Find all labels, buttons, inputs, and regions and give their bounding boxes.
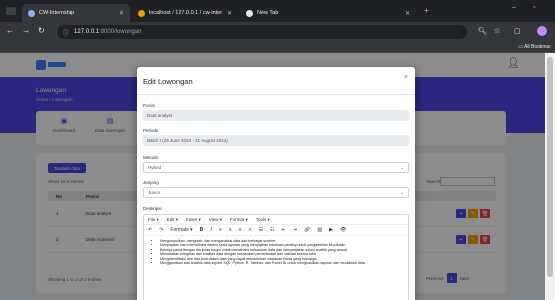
back-icon[interactable]: ←	[6, 26, 14, 35]
periode-label: Periode	[143, 128, 159, 133]
close-tab-icon[interactable]: ✕	[227, 10, 232, 17]
jenjang-label: Jenjang	[143, 180, 159, 185]
editor-menu-tools[interactable]: Tools ▾	[256, 217, 270, 223]
bold-icon[interactable]: B	[200, 227, 204, 233]
editor-menubar: File ▾ Edit ▾ Insert ▾ View ▾ Format ▾ T…	[144, 215, 408, 225]
forward-icon[interactable]: →	[22, 26, 30, 35]
chevron-down-icon: ⌄	[400, 165, 404, 170]
chrome-icon	[246, 9, 253, 17]
editor-menu-edit[interactable]: Edit ▾	[167, 217, 178, 223]
minimize-icon[interactable]: –	[512, 4, 516, 11]
bullet-list-icon[interactable]: ☰	[259, 227, 263, 233]
site-info-icon[interactable]: ⓘ	[63, 28, 69, 37]
deskripsi-label: Deskripsi	[143, 206, 162, 211]
browser-tabbar: CW-Internship ✕ localhost / 127.0.0.1 / …	[0, 0, 555, 22]
modal-title: Edit Lowongan	[143, 77, 193, 86]
tab-phpmyadmin[interactable]: localhost / 127.0.0.1 / cw-inter… ✕	[132, 4, 238, 22]
media-icon[interactable]: ▶	[329, 227, 333, 233]
profile-avatar[interactable]	[537, 26, 547, 36]
editor-menu-format[interactable]: Format ▾	[230, 217, 248, 223]
align-right-icon[interactable]: ≡	[239, 227, 242, 233]
editor-menu-view[interactable]: View ▾	[209, 217, 222, 223]
extensions-icon[interactable]: ▢	[514, 27, 521, 35]
tab-search-button[interactable]	[6, 7, 16, 15]
posisi-field[interactable]: Data analyst	[143, 110, 409, 121]
align-center-icon[interactable]: ≡	[229, 227, 232, 233]
close-icon[interactable]: ×	[404, 74, 408, 81]
browser-toolbar: ← → ↻ ⓘ 127.0.0.1 :8000/lowongan 🔍︎ ☆ ▢	[0, 22, 555, 42]
tab-new-tab[interactable]: New Tab ✕	[240, 4, 416, 22]
jenjang-select[interactable]: Junior ⌄	[143, 187, 409, 198]
editor-content[interactable]: Mengumpulkan, mengolah, dan menganalisis…	[144, 236, 408, 265]
metode-select[interactable]: Hybrid ⌄	[143, 162, 409, 173]
close-tab-icon[interactable]: ✕	[119, 10, 124, 17]
editor-toolbar: ↶ ↷ Formats ▾ B I ≡ ≡ ≡ ≡ ☰ ☷ ⇤ ⇥ 🔗︎ ▨ ▶…	[144, 225, 408, 236]
bookmarks-bar: ▭ All Bookmar	[0, 42, 555, 53]
preview-icon[interactable]: 👁︎	[340, 227, 346, 233]
metode-label: Metode	[143, 155, 159, 160]
edit-lowongan-modal: Edit Lowongan × Posisi Data analyst Peri…	[137, 67, 415, 300]
tab-cw-internship[interactable]: CW-Internship ✕	[22, 4, 130, 22]
align-justify-icon[interactable]: ≡	[249, 227, 252, 233]
outdent-icon[interactable]: ⇤	[282, 227, 286, 233]
list-item: Menggunakan alat analisis data seperti S…	[160, 261, 402, 265]
posisi-label: Posisi	[143, 103, 156, 108]
italic-icon[interactable]: I	[210, 228, 212, 233]
page-scrollbar[interactable]	[545, 53, 555, 300]
maximize-icon[interactable]: ▫	[533, 4, 535, 11]
editor-menu-insert[interactable]: Insert ▾	[186, 217, 201, 223]
image-icon[interactable]: ▨	[317, 227, 322, 233]
phpmyadmin-icon	[138, 9, 145, 17]
all-bookmarks-button[interactable]: ▭ All Bookmar	[518, 44, 551, 50]
editor-menu-file[interactable]: File ▾	[148, 217, 159, 223]
formats-dropdown[interactable]: Formats ▾	[170, 227, 192, 233]
align-left-icon[interactable]: ≡	[219, 227, 222, 233]
url-path: :8000/lowongan	[99, 29, 142, 35]
modal-divider	[137, 94, 415, 95]
indent-icon[interactable]: ⇥	[293, 227, 297, 233]
periode-field[interactable]: Batch I (25 June 2024 - 31 August 2024)	[143, 135, 409, 146]
url-host: 127.0.0.1	[74, 29, 100, 35]
deskripsi-editor: File ▾ Edit ▾ Insert ▾ View ▾ Format ▾ T…	[143, 214, 409, 300]
globe-icon	[28, 9, 35, 17]
address-bar[interactable]: ⓘ 127.0.0.1 :8000/lowongan	[57, 25, 467, 39]
scrollbar-thumb[interactable]	[547, 57, 553, 277]
reload-icon[interactable]: ↻	[38, 26, 45, 35]
close-tab-icon[interactable]: ✕	[405, 10, 410, 17]
redo-icon[interactable]: ↷	[159, 227, 163, 233]
page-viewport: 👤︎ Lowongan Home / Lowongan ▣ Dashboard …	[0, 53, 545, 300]
zoom-icon[interactable]: 🔍︎	[478, 27, 487, 35]
numbered-list-icon[interactable]: ☷	[270, 227, 274, 233]
new-tab-button[interactable]: +	[424, 6, 429, 15]
link-icon[interactable]: 🔗︎	[304, 227, 310, 233]
chevron-down-icon: ⌄	[400, 190, 404, 195]
bookmark-star-icon[interactable]: ☆	[494, 27, 500, 35]
undo-icon[interactable]: ↶	[148, 227, 152, 233]
